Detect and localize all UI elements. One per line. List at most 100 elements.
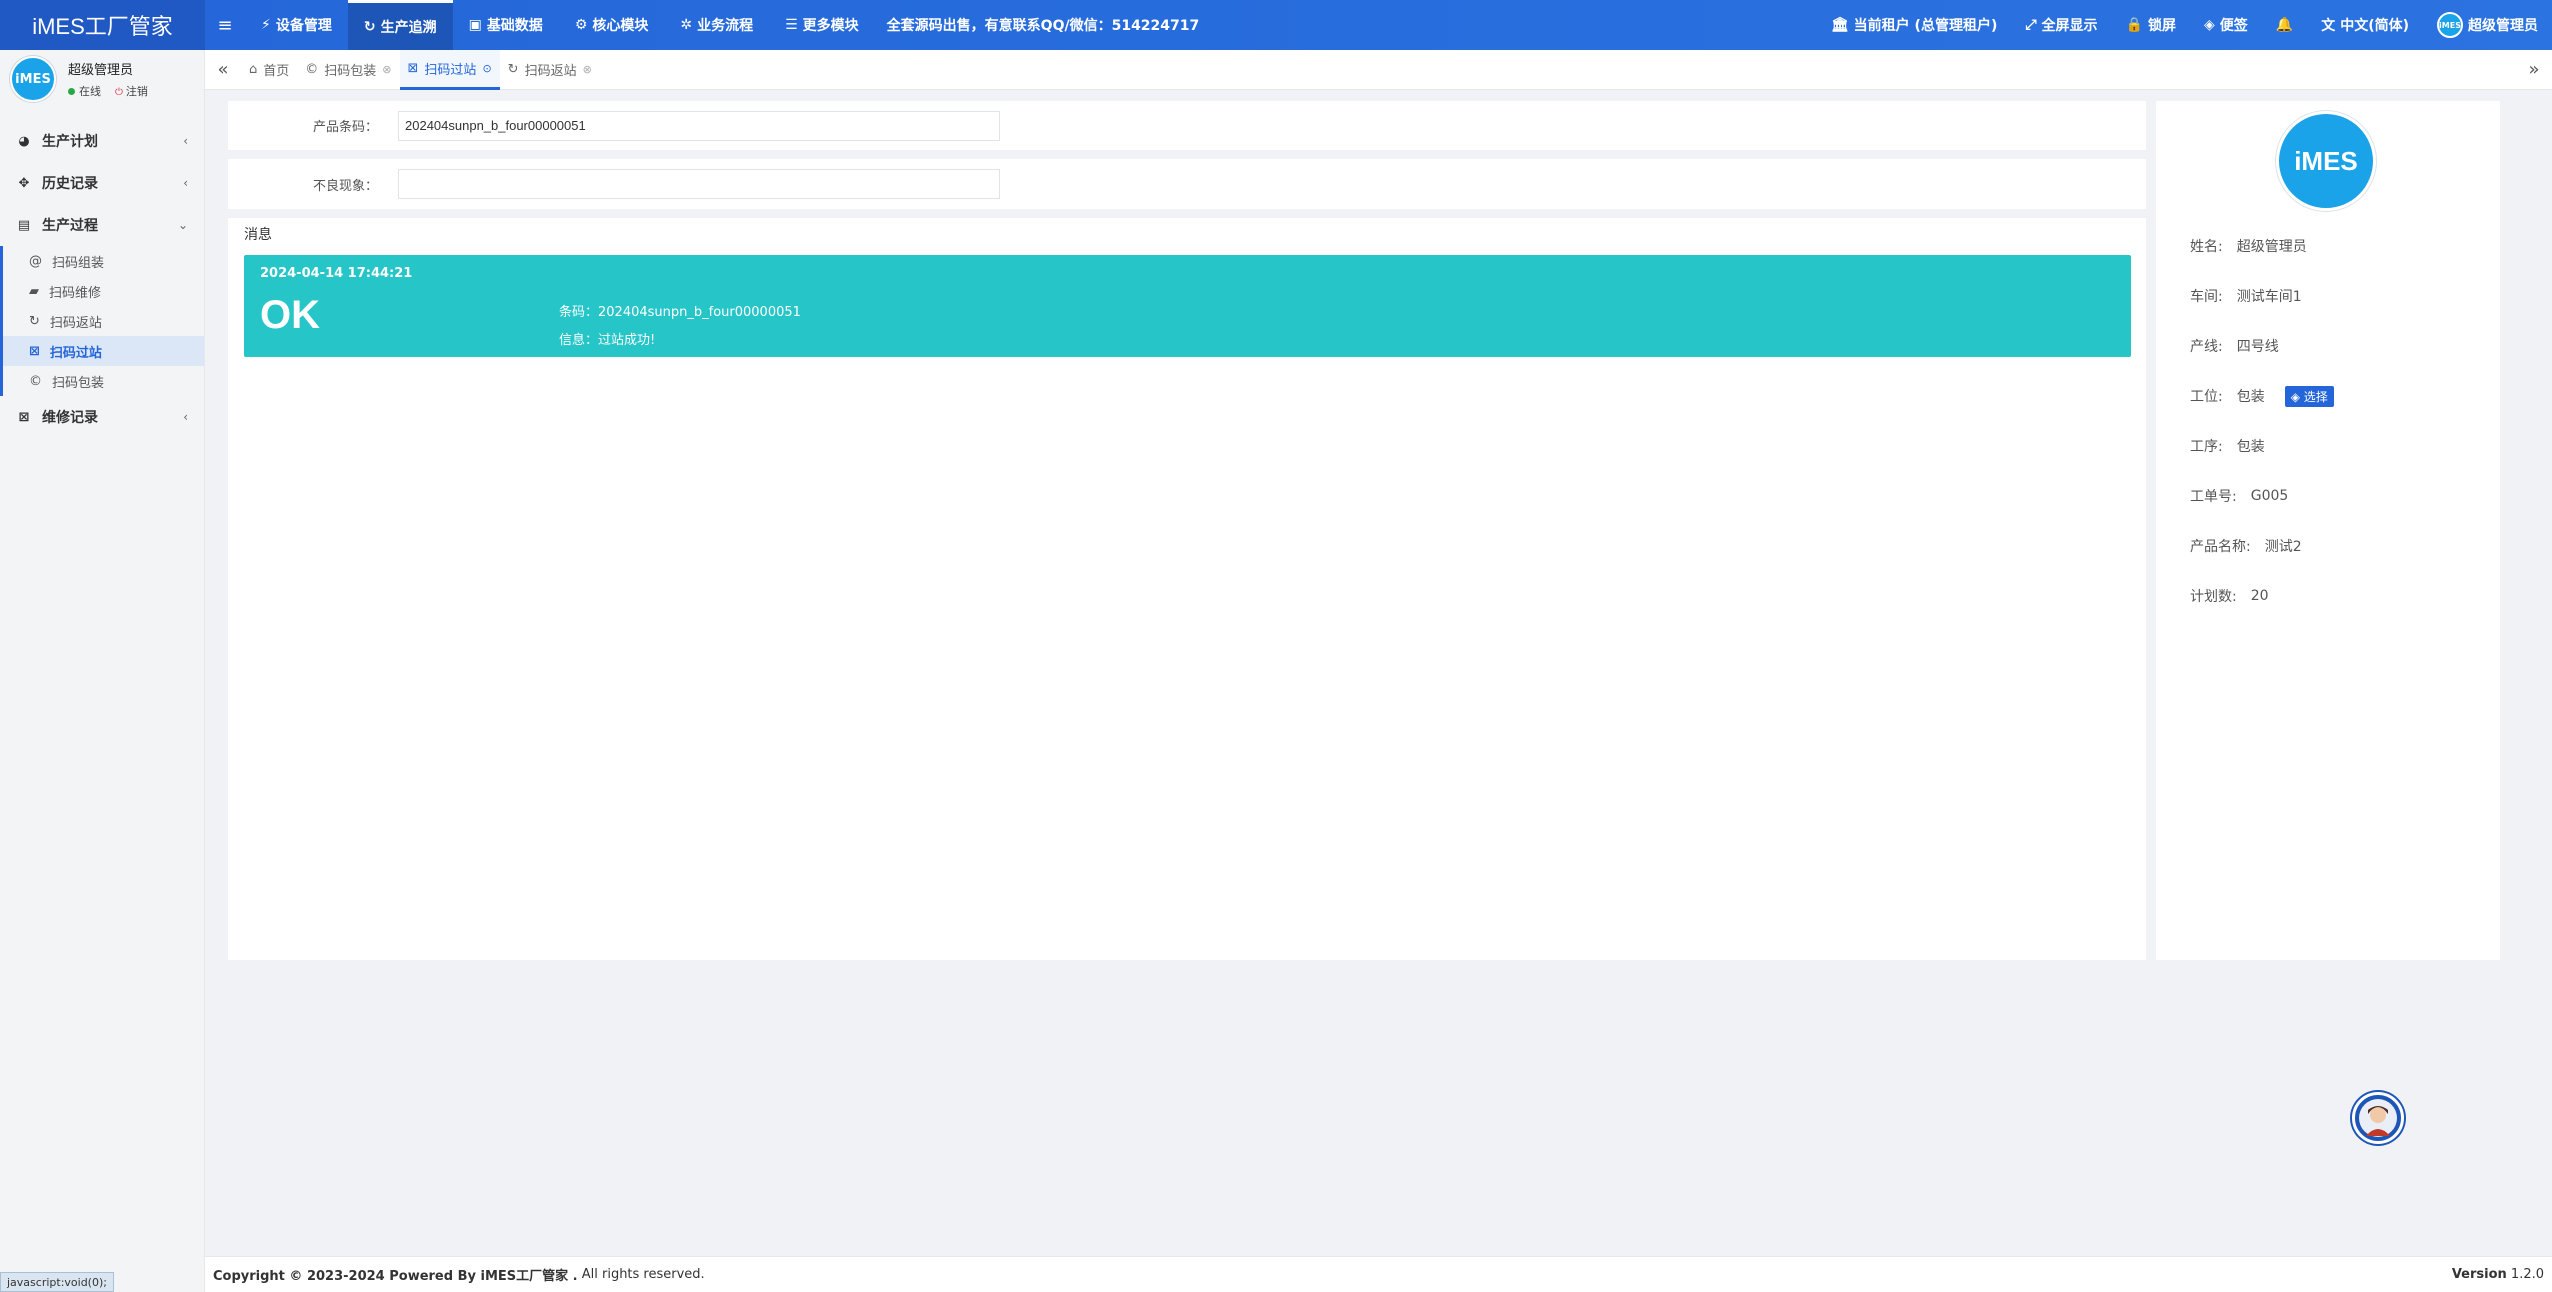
tabs-scroll-left-icon[interactable]: « [205, 59, 241, 80]
refresh-icon: ↻ [363, 18, 376, 35]
info-row-process: 工序: 包装 [2190, 439, 2265, 455]
select-station-button[interactable]: ◈ 选择 [2284, 385, 2334, 407]
notes-button[interactable]: ◈ 便签 [2190, 15, 2262, 35]
message-card: 消息 2024-04-14 17:44:21 OK 条码：202404sunpn… [228, 218, 2146, 960]
footer-copyright: Copyright © 2023-2024 Powered By iMES工厂管… [213, 1269, 578, 1284]
barcode-card: 产品条码： [228, 101, 2146, 150]
barcode-label: 产品条码： [312, 120, 378, 135]
message-result: OK [260, 293, 320, 337]
lock-screen-button[interactable]: 🔒 锁屏 [2112, 15, 2190, 35]
user-avatar: iMES [2437, 12, 2463, 38]
nav-item-more-modules[interactable]: ☰ 更多模块 [769, 0, 875, 50]
lock-icon: 🔒 [2125, 17, 2143, 33]
language-switch[interactable]: 文中文(简体) [2307, 15, 2423, 35]
tab-strip: « ⌂ 首页 © 扫码包装 ⊗ ⊠ 扫码过站 ⊙ ↻ 扫码返站 ⊗ » [205, 49, 2552, 90]
tabs-scroll-right-icon[interactable]: » [2516, 59, 2552, 80]
cogs-icon: ✲ [680, 17, 693, 33]
arrows-icon: ✥ [18, 175, 30, 191]
fullscreen-button[interactable]: ⤢ 全屏显示 [2011, 15, 2111, 35]
info-card: iMES 姓名: 超级管理员 车间: 测试车间1 产线: 四号线 工位: 包装 ◈ 选择 … [2156, 101, 2500, 960]
tab-scan-packaging[interactable]: © 扫码包装 ⊗ [297, 50, 399, 90]
tab-scan-return[interactable]: ↻ 扫码返站 ⊗ [500, 50, 600, 90]
nav-item-traceability[interactable]: ↻ 生产追溯 [347, 0, 453, 50]
nav-item-equipment[interactable]: ⚡ 设备管理 [245, 0, 348, 50]
assistant-avatar[interactable] [2352, 1092, 2404, 1144]
logout-icon: ⏻ [115, 87, 123, 98]
sidebar-item-history[interactable]: ✥ 历史记录 ‹ [0, 162, 204, 204]
menu-toggle-icon[interactable]: ≡ [205, 15, 245, 36]
close-box-icon: ⊠ [29, 343, 40, 359]
message-barcode-line: 条码：202404sunpn_b_four00000051 [559, 305, 801, 320]
notification-button[interactable]: 🔔 [2262, 17, 2307, 33]
chevron-down-icon: ⌄ [177, 218, 188, 232]
list-icon: ☰ [785, 17, 798, 33]
refresh-icon: ↻ [507, 62, 519, 77]
app-brand[interactable]: iMES工厂管家 [0, 0, 205, 50]
message-box: 2024-04-14 17:44:21 OK 条码：202404sunpn_b_… [244, 255, 2131, 357]
tab-home[interactable]: ⌂ 首页 [241, 50, 297, 90]
bank-icon: 🏛 [1830, 17, 1849, 33]
close-box-icon: ⊠ [18, 409, 30, 425]
sidebar-item-scan-pass-station[interactable]: ⊠ 扫码过站 [3, 336, 204, 366]
info-row-work-order: 工单号: G005 [2190, 488, 2289, 505]
dashboard-icon: ◕ [18, 133, 30, 149]
info-row-station: 工位: 包装 ◈ 选择 [2190, 371, 2334, 421]
status-bar-url: javascript:void(0); [0, 1272, 114, 1292]
book-icon: ▣ [468, 17, 482, 33]
info-row-product-name: 产品名称: 测试2 [2190, 539, 2302, 555]
sidebar-item-production-plan[interactable]: ◕ 生产计划 ‹ [0, 120, 204, 162]
tab-close-icon[interactable]: ⊗ [382, 63, 391, 76]
close-box-icon: ⊠ [407, 60, 419, 76]
user-panel: iMES 超级管理员 在线 ⏻ 注销 [0, 50, 204, 108]
sidebar-item-scan-packaging[interactable]: © 扫码包装 [3, 366, 204, 396]
message-title: 消息 [244, 227, 272, 243]
sidebar-menu: ◕ 生产计划 ‹ ✥ 历史记录 ‹ ▤ 生产过程 ⌄ @ 扫码组装 ▰ 扫码维修 ↻ 扫码返站 ⊠… [0, 120, 204, 438]
barcode-input[interactable] [398, 110, 1000, 141]
footer-rights: All rights reserved. [581, 1267, 705, 1282]
tenant-switch[interactable]: 🏛 当前租户 (总管理租户) [1817, 15, 2011, 35]
defect-card: 不良现象： [228, 159, 2146, 209]
sidebar-item-production-process[interactable]: ▤ 生产过程 ⌄ [0, 204, 204, 246]
home-icon: ⌂ [249, 62, 258, 77]
logout-link[interactable]: ⏻ 注销 [115, 83, 148, 99]
submenu-production-process: @ 扫码组装 ▰ 扫码维修 ↻ 扫码返站 ⊠ 扫码过站 © 扫码包装 [0, 246, 204, 396]
tab-active-dot-icon[interactable]: ⊙ [482, 62, 491, 75]
top-navbar: iMES工厂管家 ≡ ⚡ 设备管理 ↻ 生产追溯 ▣ 基础数据 ⚙ 核心模块 ✲ 业务流程… [0, 0, 2552, 50]
copyright-icon: © [305, 62, 319, 77]
online-dot-icon [68, 88, 75, 95]
chevron-left-icon: ‹ [183, 410, 188, 424]
tag-icon: ◈ [2203, 17, 2215, 33]
chevron-left-icon: ‹ [183, 176, 188, 190]
copyright-icon: © [29, 373, 42, 389]
top-right-tools: 🏛 当前租户 (总管理租户) ⤢ 全屏显示 🔒 锁屏 ◈ 便签 🔔 文中文(简体) iM… [1817, 0, 2552, 50]
imes-logo: iMES [2276, 111, 2376, 211]
bell-icon: 🔔 [2275, 17, 2294, 33]
tab-close-icon[interactable]: ⊗ [583, 63, 592, 76]
sidebar-item-scan-return[interactable]: ↻ 扫码返站 [3, 306, 204, 336]
chevron-left-icon: ‹ [183, 134, 188, 148]
refresh-icon: ↻ [29, 313, 40, 329]
message-time: 2024-04-14 17:44:21 [260, 266, 413, 281]
language-icon: 文 [2321, 18, 2336, 34]
sales-notice: 全套源码出售，有意联系QQ/微信：514224717 [886, 18, 1200, 34]
bath-icon: ▰ [29, 283, 39, 299]
expand-icon: ⤢ [2025, 17, 2037, 33]
info-row-line: 产线: 四号线 [2190, 339, 2279, 355]
nav-item-core-module[interactable]: ⚙ 核心模块 [559, 0, 665, 50]
footer: Copyright © 2023-2024 Powered By iMES工厂管… [205, 1256, 2552, 1292]
info-row-workshop: 车间: 测试车间1 [2190, 289, 2302, 305]
avatar: iMES [10, 56, 56, 102]
sidebar-item-scan-assembly[interactable]: @ 扫码组装 [3, 246, 204, 276]
person-icon [2359, 1099, 2397, 1137]
footer-version: Version 1.2.0 [2451, 1267, 2544, 1282]
sidebar-item-scan-repair[interactable]: ▰ 扫码维修 [3, 276, 204, 306]
user-menu[interactable]: iMES 超级管理员 [2423, 12, 2552, 38]
message-info-line: 信息：过站成功! [559, 333, 656, 348]
defect-input[interactable] [398, 169, 1000, 199]
nav-item-business-flow[interactable]: ✲ 业务流程 [664, 0, 769, 50]
top-nav: ⚡ 设备管理 ↻ 生产追溯 ▣ 基础数据 ⚙ 核心模块 ✲ 业务流程 ☰ 更多模块 [245, 0, 875, 50]
tab-scan-pass-station[interactable]: ⊠ 扫码过站 ⊙ [399, 49, 500, 90]
nav-item-basic-data[interactable]: ▣ 基础数据 [453, 0, 559, 50]
user-name: 超级管理员 [68, 63, 134, 78]
sidebar-item-repair-records[interactable]: ⊠ 维修记录 ‹ [0, 396, 204, 438]
